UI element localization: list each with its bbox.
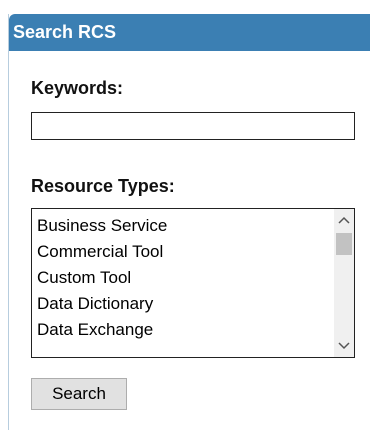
list-item[interactable]: Business Service: [32, 213, 334, 239]
search-button[interactable]: Search: [31, 378, 127, 410]
keywords-input[interactable]: [31, 112, 355, 140]
resource-types-label: Resource Types:: [31, 176, 175, 196]
chevron-down-icon[interactable]: [334, 335, 354, 357]
list-item[interactable]: Data Exchange: [32, 317, 334, 343]
resource-types-listbox[interactable]: Business Service Commercial Tool Custom …: [31, 208, 355, 358]
scroll-thumb[interactable]: [336, 233, 352, 255]
list-item[interactable]: Data Dictionary: [32, 291, 334, 317]
list-item[interactable]: Commercial Tool: [32, 239, 334, 265]
listbox-scrollbar[interactable]: [334, 209, 354, 357]
chevron-up-icon[interactable]: [334, 209, 354, 231]
resource-types-items: Business Service Commercial Tool Custom …: [32, 209, 334, 357]
search-panel: Search RCS Keywords: Resource Types: Bus…: [8, 14, 370, 430]
panel-title: Search RCS: [9, 14, 370, 51]
keywords-label: Keywords:: [31, 78, 124, 98]
list-item[interactable]: Custom Tool: [32, 265, 334, 291]
